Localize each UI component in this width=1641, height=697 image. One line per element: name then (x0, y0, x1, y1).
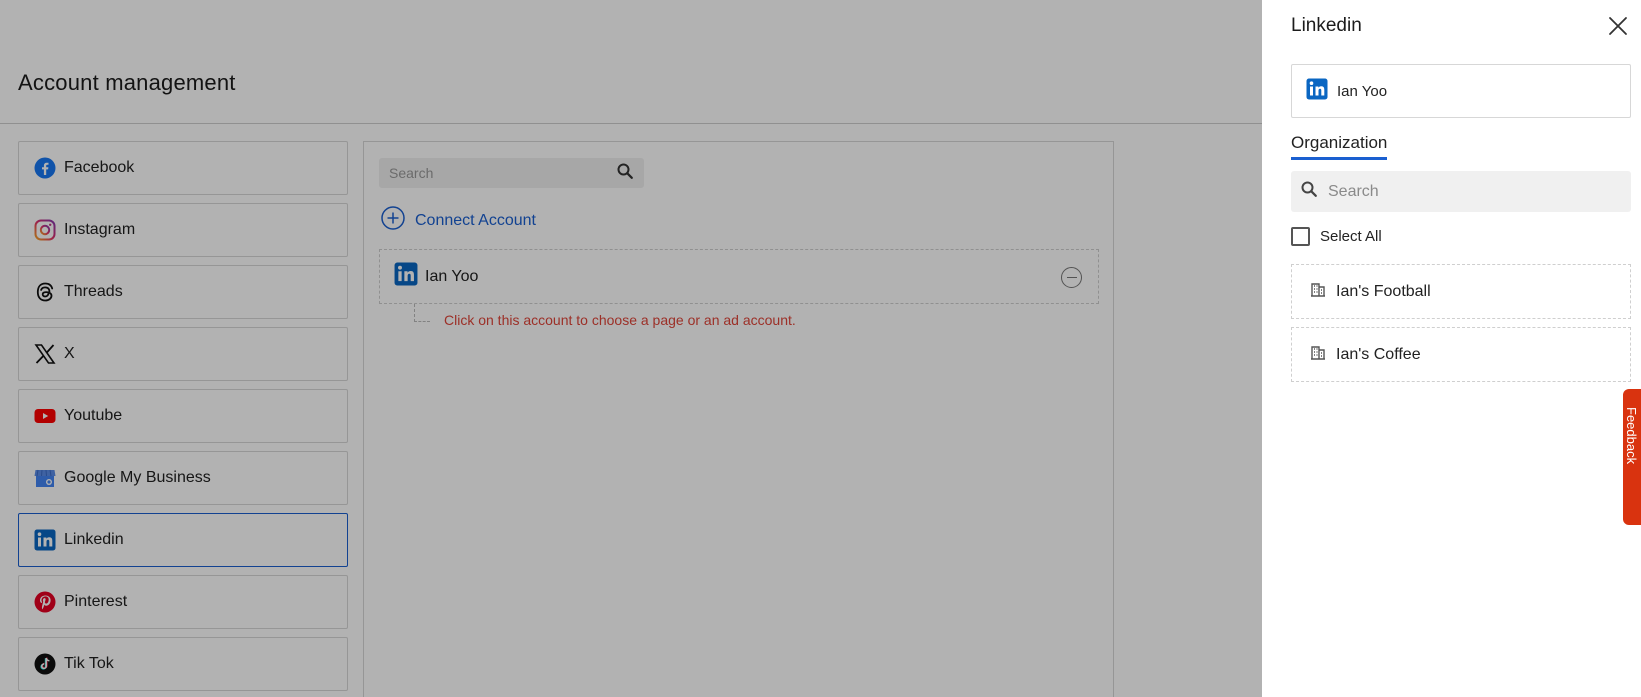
organization-name: Ian's Football (1336, 282, 1431, 300)
drawer-title: Linkedin (1291, 15, 1362, 36)
building-icon (1310, 281, 1326, 302)
checkbox[interactable] (1291, 227, 1310, 246)
select-all-checkbox[interactable]: Select All (1291, 227, 1382, 246)
feedback-tab[interactable]: Feedback (1623, 389, 1641, 525)
selected-account-name: Ian Yoo (1337, 82, 1388, 100)
select-all-label: Select All (1320, 228, 1382, 245)
organization-name: Ian's Coffee (1336, 345, 1421, 363)
organization-search (1291, 171, 1631, 212)
close-button[interactable] (1606, 14, 1630, 38)
linkedin-icon (1306, 78, 1328, 105)
search-icon (1300, 180, 1318, 203)
building-icon (1310, 344, 1326, 365)
organization-search-input[interactable] (1328, 182, 1622, 201)
linkedin-drawer: Linkedin Ian Yoo Organization Select All… (1262, 0, 1641, 697)
selected-account: Ian Yoo (1291, 64, 1631, 118)
close-icon (1609, 17, 1627, 35)
organization-item[interactable]: Ian's Football (1291, 264, 1631, 319)
tab-organization[interactable]: Organization (1291, 133, 1388, 160)
feedback-label: Feedback (1624, 407, 1639, 465)
organization-item[interactable]: Ian's Coffee (1291, 327, 1631, 382)
